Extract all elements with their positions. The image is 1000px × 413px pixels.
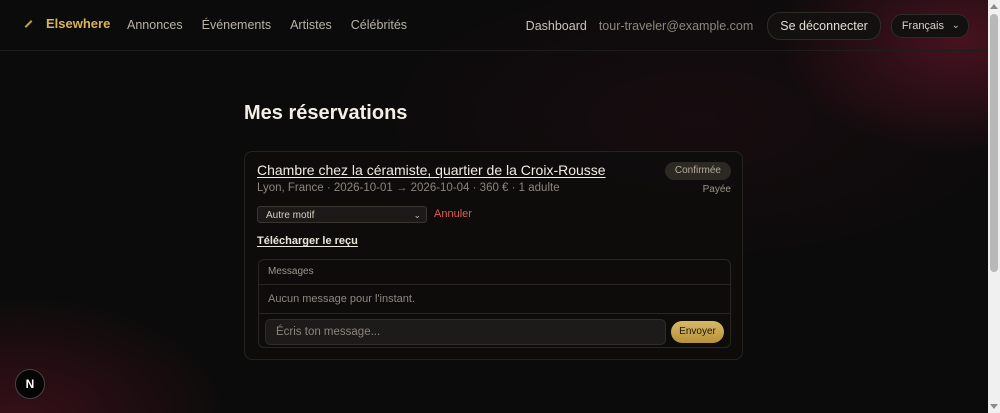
nav-link-artistes[interactable]: Artistes [290, 18, 332, 32]
chevron-down-icon: ⌄ [951, 20, 960, 31]
brand-name[interactable]: Elsewhere [46, 16, 110, 31]
download-receipt-link[interactable]: Télécharger le reçu [257, 235, 358, 247]
language-select[interactable]: Français ⌄ [890, 14, 969, 38]
language-value: Français [901, 20, 944, 32]
dashboard-link[interactable]: Dashboard [526, 19, 587, 33]
brand-slash-icon [24, 20, 33, 28]
cancel-reason-select[interactable]: Autre motif ⌄ [257, 206, 427, 223]
reservation-card: Chambre chez la céramiste, quartier de l… [244, 151, 743, 360]
messages-header: Messages [259, 260, 730, 285]
user-email: tour-traveler@example.com [598, 19, 754, 33]
brand[interactable]: Elsewhere [24, 16, 110, 31]
logout-button[interactable]: Se déconnecter [767, 12, 881, 40]
scrollbar-thumb[interactable] [990, 14, 998, 272]
scroll-up-arrow-icon[interactable] [990, 4, 998, 9]
nav-link-annonces[interactable]: Annonces [127, 18, 183, 32]
cancel-reason-value: Autre motif [266, 210, 315, 221]
cancel-button[interactable]: Annuler [434, 208, 472, 220]
reservation-details: Lyon, France · 2026-10-01 → 2026-10-04 ·… [257, 182, 560, 194]
nav-link-celebrites[interactable]: Célébrités [351, 18, 407, 32]
send-button[interactable]: Envoyer [671, 321, 724, 343]
messages-panel: Messages Aucun message pour l'instant. É… [258, 259, 731, 348]
dev-tools-badge[interactable]: N [15, 369, 45, 399]
status-badge: Confirmée [664, 162, 731, 180]
messages-empty-state: Aucun message pour l'instant. [259, 285, 730, 314]
message-input[interactable]: Écris ton message... [265, 319, 666, 345]
scroll-down-arrow-icon[interactable] [990, 404, 998, 409]
main-nav: Annonces Événements Artistes Célébrités [127, 18, 407, 32]
chevron-down-icon: ⌄ [413, 210, 421, 220]
top-navigation: Elsewhere Annonces Événements Artistes C… [0, 0, 988, 51]
account-nav: Dashboard tour-traveler@example.com Se d… [526, 12, 969, 40]
page-title: Mes réservations [244, 102, 408, 124]
message-composer: Écris ton message... Envoyer [265, 319, 724, 345]
page-scrollbar[interactable] [988, 0, 1000, 413]
listing-title-link[interactable]: Chambre chez la céramiste, quartier de l… [257, 162, 606, 178]
nav-link-evenements[interactable]: Événements [202, 18, 271, 32]
payment-status: Payée [702, 184, 731, 195]
